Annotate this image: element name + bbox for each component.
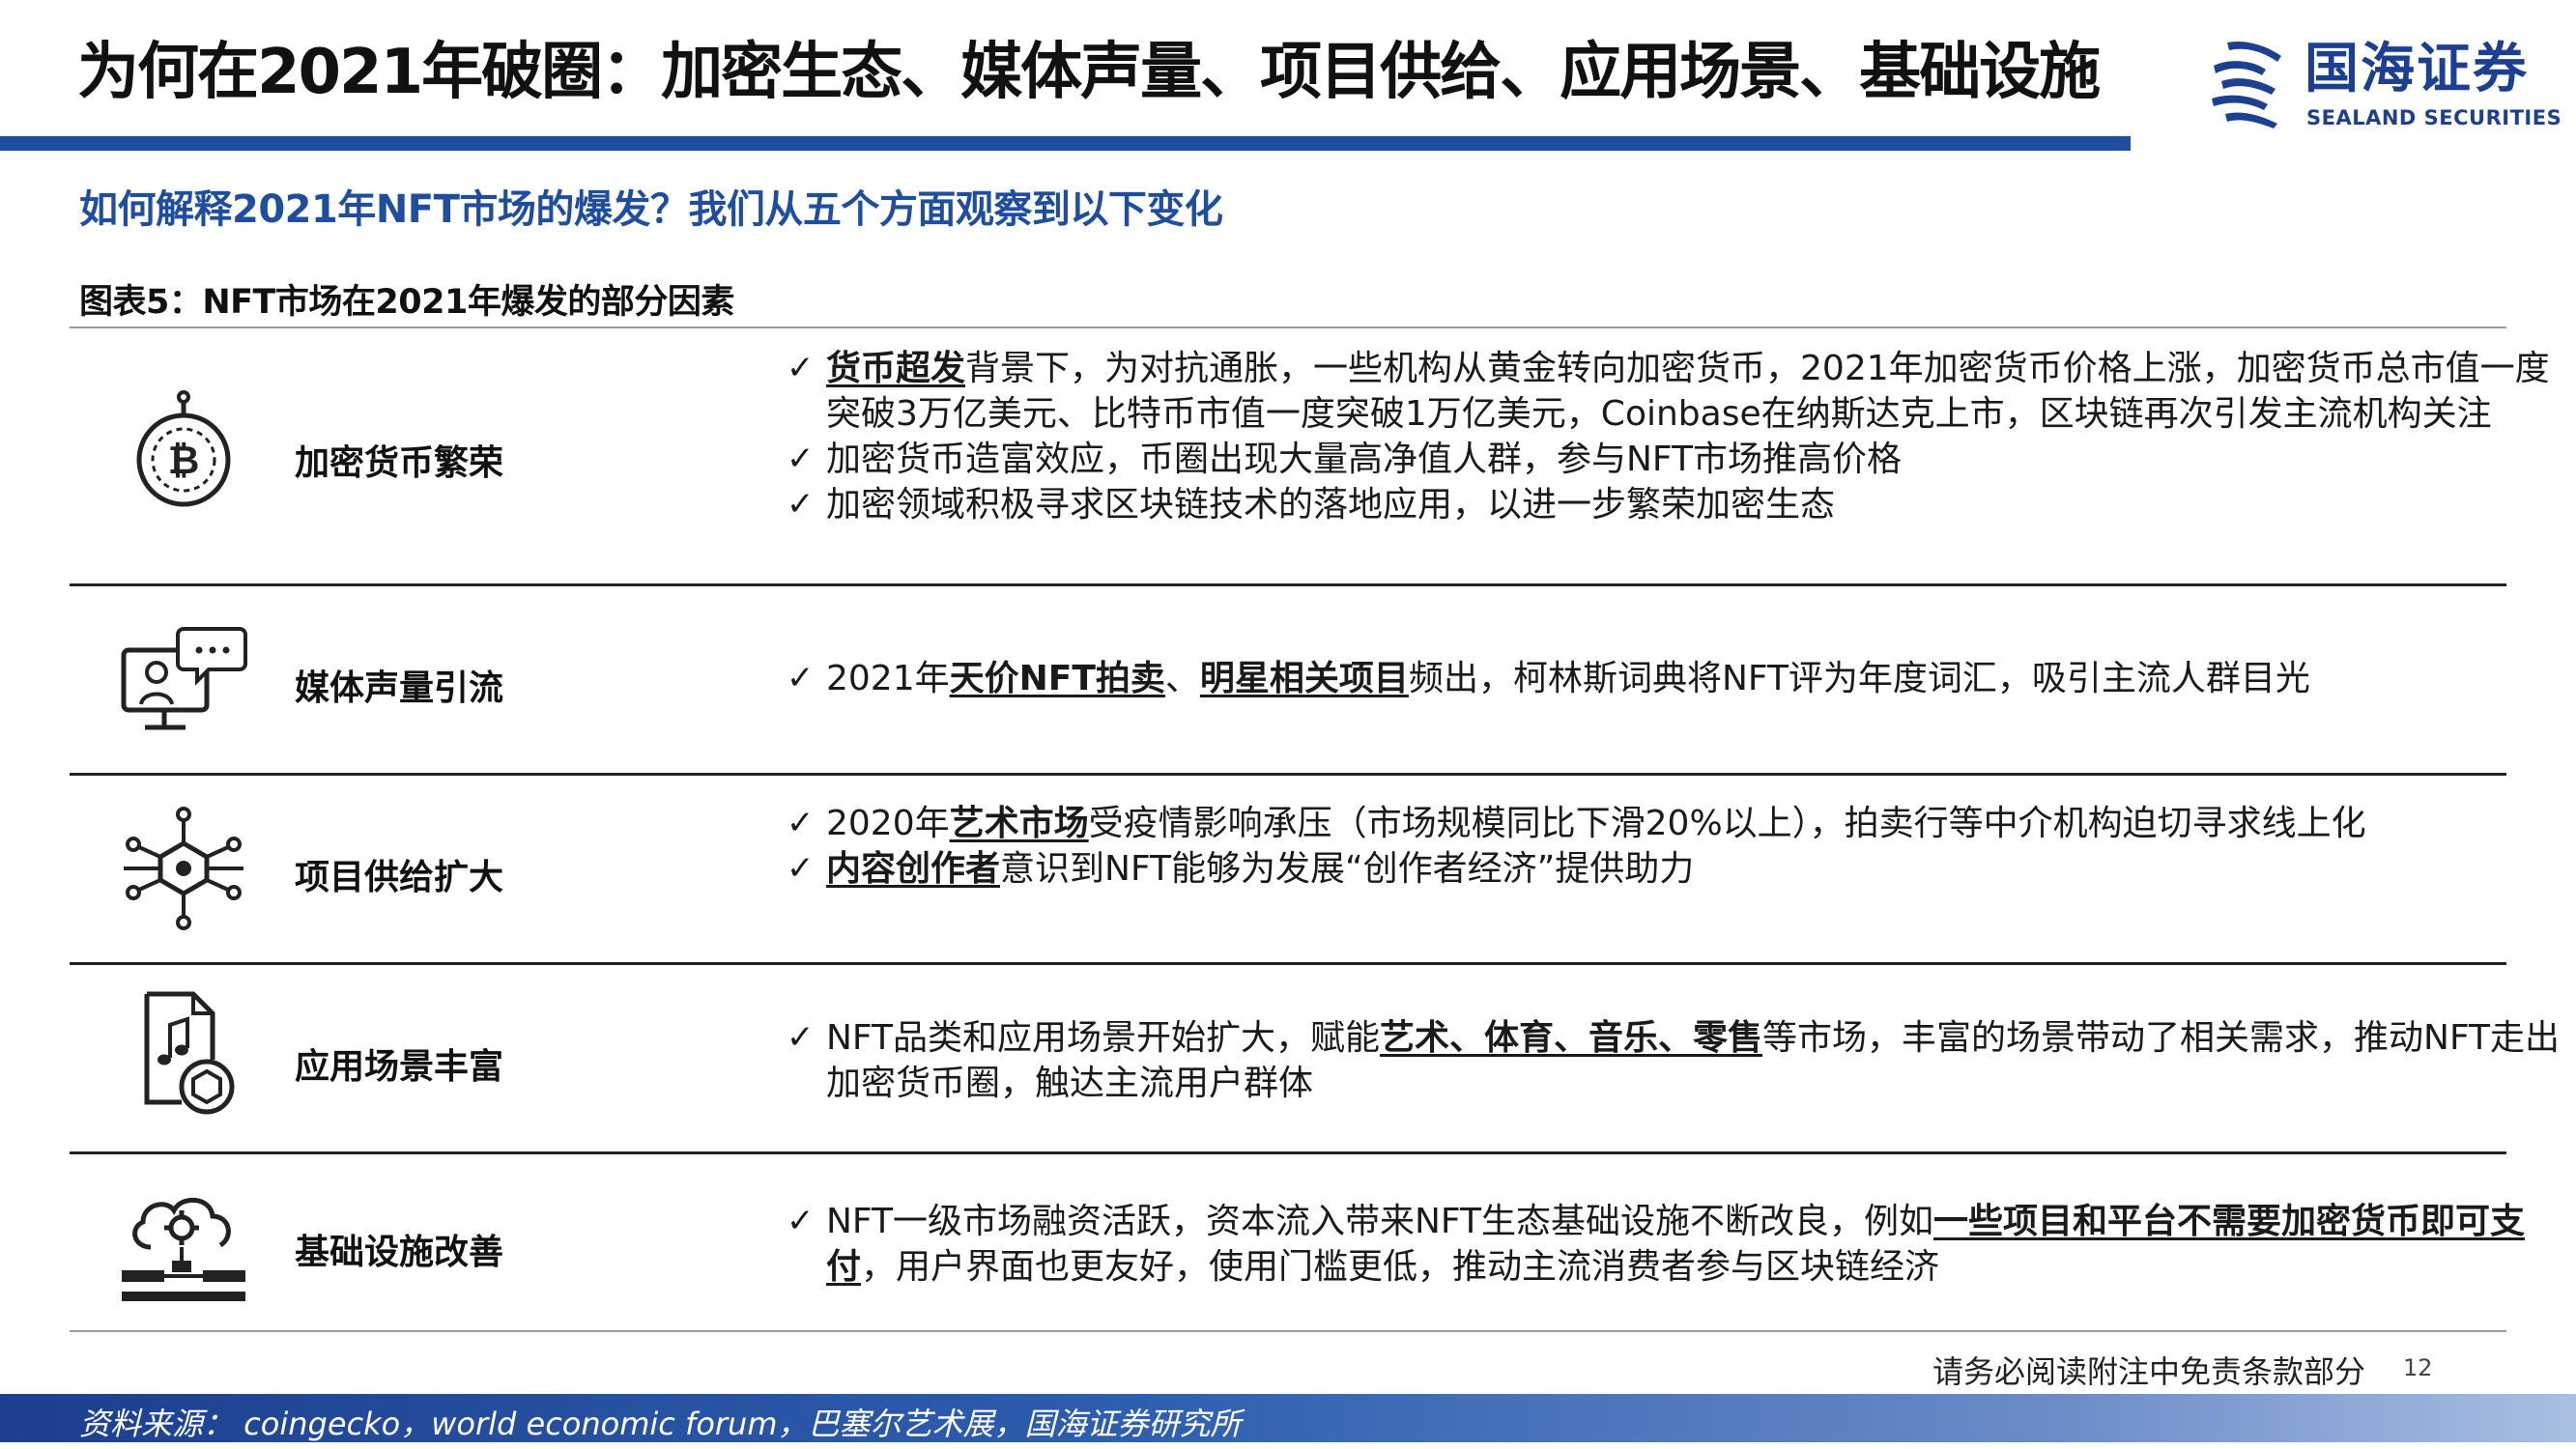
bullet-item: ✓ 2020年艺术市场受疫情影响承压（市场规模同比下滑20%以上），拍卖行等中介机… (765, 801, 2576, 846)
bullet-item: ✓ NFT一级市场融资活跃，资本流入带来NFT生态基础设施不断改良，例如一些项目和… (765, 1199, 2576, 1290)
highlighted-term: 明星相关项目 (1199, 659, 1409, 698)
row-label: 基础设施改善 (295, 1233, 504, 1272)
row-label: 加密货币繁荣 (295, 443, 504, 483)
bullet-text: 意识到NFT能够为发展“创作者经济”提供助力 (1000, 849, 1695, 889)
table-row: 应用场景丰富 ✓ NFT品类和应用场景开始扩大，赋能艺术、体育、音乐、零售等市场，… (70, 965, 2560, 1152)
table-row: 项目供给扩大 ✓ 2020年艺术市场受疫情影响承压（市场规模同比下滑20%以上），… (70, 776, 2506, 963)
bullet-text: NFT品类和应用场景开始扩大，赋能 (826, 1018, 1380, 1058)
check-mark-icon: ✓ (787, 349, 815, 387)
bullet-text: 加密领域积极寻求区块链技术的落地应用，以进一步繁荣加密生态 (826, 485, 1836, 525)
highlighted-term: 艺术市场 (949, 804, 1089, 843)
row-bullets: ✓ 2020年艺术市场受疫情影响承压（市场规模同比下滑20%以上），拍卖行等中介机… (765, 801, 2576, 892)
section-subtitle: 如何解释2021年NFT市场的爆发？我们从五个方面观察到以下变化 (79, 187, 1223, 232)
page-title: 为何在2021年破圈：加密生态、媒体声量、项目供给、应用场景、基础设施 (77, 37, 2101, 108)
svg-text:₿: ₿ (168, 439, 200, 483)
highlighted-term: 内容创作者 (826, 849, 1001, 889)
table-bottom-rule (70, 1330, 2506, 1332)
bullet-item: ✓ NFT品类和应用场景开始扩大，赋能艺术、体育、音乐、零售等市场，丰富的场景带动… (765, 1015, 2576, 1106)
check-mark-icon: ✓ (787, 1018, 815, 1057)
bullet-text: 、 (1164, 659, 1200, 698)
check-mark-icon: ✓ (787, 485, 815, 524)
highlighted-term: 天价NFT拍卖 (949, 659, 1165, 698)
bullet-text: 加密货币造富效应，币圈出现大量高净值人群，参与NFT市场推高价格 (826, 440, 1902, 479)
page-number: 12 (2403, 1354, 2433, 1381)
bullet-text: 背景下，为对抗通胀，一些机构从黄金转向加密货币，2021年加密货币价格上涨，加密… (826, 349, 2550, 434)
header-divider-bar (0, 136, 2131, 151)
row-bullets: ✓ 货币超发背景下，为对抗通胀，一些机构从黄金转向加密货币，2021年加密货币价格… (765, 346, 2576, 527)
row-label: 项目供给扩大 (295, 858, 504, 897)
row-bullets: ✓ 2021年天价NFT拍卖、明星相关项目频出，柯林斯词典将NFT评为年度词汇，吸… (765, 656, 2576, 701)
bullet-item: ✓ 加密领域积极寻求区块链技术的落地应用，以进一步繁荣加密生态 (765, 482, 2576, 527)
disclaimer-text: 请务必阅读附注中免责条款部分 (1932, 1353, 2366, 1390)
figure-caption: 图表5：NFT市场在2021年爆发的部分因素 (79, 283, 734, 322)
cloud-infrastructure-icon (122, 1197, 245, 1301)
highlighted-term: 货币超发 (826, 349, 966, 388)
company-logo: 国海证券 SEALAND SECURITIES (2208, 37, 2562, 133)
logo-english-name: SEALAND SECURITIES (2306, 106, 2562, 129)
network-hub-icon (124, 807, 243, 930)
row-bullets: ✓ NFT一级市场融资活跃，资本流入带来NFT生态基础设施不断改良，例如一些项目和… (765, 1199, 2576, 1290)
bullet-item: ✓ 内容创作者意识到NFT能够为发展“创作者经济”提供助力 (765, 846, 2576, 892)
table-row: ₿ 加密货币繁荣 ✓ 货币超发背景下，为对抗通胀，一些机构从黄金转向加密货币，20… (70, 327, 2550, 583)
row-label: 媒体声量引流 (295, 668, 504, 708)
source-note: 资料来源： coingecko，world economic forum，巴塞尔… (79, 1406, 1242, 1442)
bullet-item: ✓ 货币超发背景下，为对抗通胀，一些机构从黄金转向加密货币，2021年加密货币价格… (765, 346, 2576, 437)
table-row: 媒体声量引流 ✓ 2021年天价NFT拍卖、明星相关项目频出，柯林斯词典将NFT评… (70, 586, 2506, 774)
table-row: 基础设施改善 ✓ NFT一级市场融资活跃，资本流入带来NFT生态基础设施不断改良，… (70, 1154, 2525, 1332)
row-label: 应用场景丰富 (295, 1047, 504, 1087)
music-file-token-icon (144, 991, 235, 1115)
bullet-text: 2020年 (826, 804, 950, 843)
bullet-text: 2021年 (826, 659, 950, 698)
bitcoin-coin-icon: ₿ (136, 390, 231, 507)
check-mark-icon: ✓ (787, 804, 815, 842)
bullet-item: ✓ 2021年天价NFT拍卖、明星相关项目频出，柯林斯词典将NFT评为年度词汇，吸… (765, 656, 2576, 701)
bullet-text: ，用户界面也更友好，使用门槛更低，推动主流消费者参与区块链经济 (861, 1247, 1940, 1287)
check-mark-icon: ✓ (787, 659, 815, 697)
sealand-logo-icon (2212, 41, 2281, 128)
bullet-text: 受疫情影响承压（市场规模同比下滑20%以上），拍卖行等中介机构迫切寻求线上化 (1088, 804, 2366, 843)
logo-chinese-name: 国海证券 (2304, 38, 2529, 100)
bullet-item: ✓ 加密货币造富效应，币圈出现大量高净值人群，参与NFT市场推高价格 (765, 437, 2576, 482)
check-mark-icon: ✓ (787, 1202, 815, 1240)
bullet-text: NFT一级市场融资活跃，资本流入带来NFT生态基础设施不断改良，例如 (826, 1202, 1933, 1241)
highlighted-term: 艺术、体育、音乐、零售 (1380, 1018, 1763, 1058)
bullet-text: 频出，柯林斯词典将NFT评为年度词汇，吸引主流人群目光 (1408, 659, 2310, 698)
check-mark-icon: ✓ (787, 849, 815, 888)
factors-table: ₿ 加密货币繁荣 ✓ 货币超发背景下，为对抗通胀，一些机构从黄金转向加密货币，20… (70, 327, 2560, 1332)
monitor-chat-icon (121, 627, 247, 730)
row-bullets: ✓ NFT品类和应用场景开始扩大，赋能艺术、体育、音乐、零售等市场，丰富的场景带动… (765, 1015, 2576, 1106)
check-mark-icon: ✓ (787, 440, 815, 478)
